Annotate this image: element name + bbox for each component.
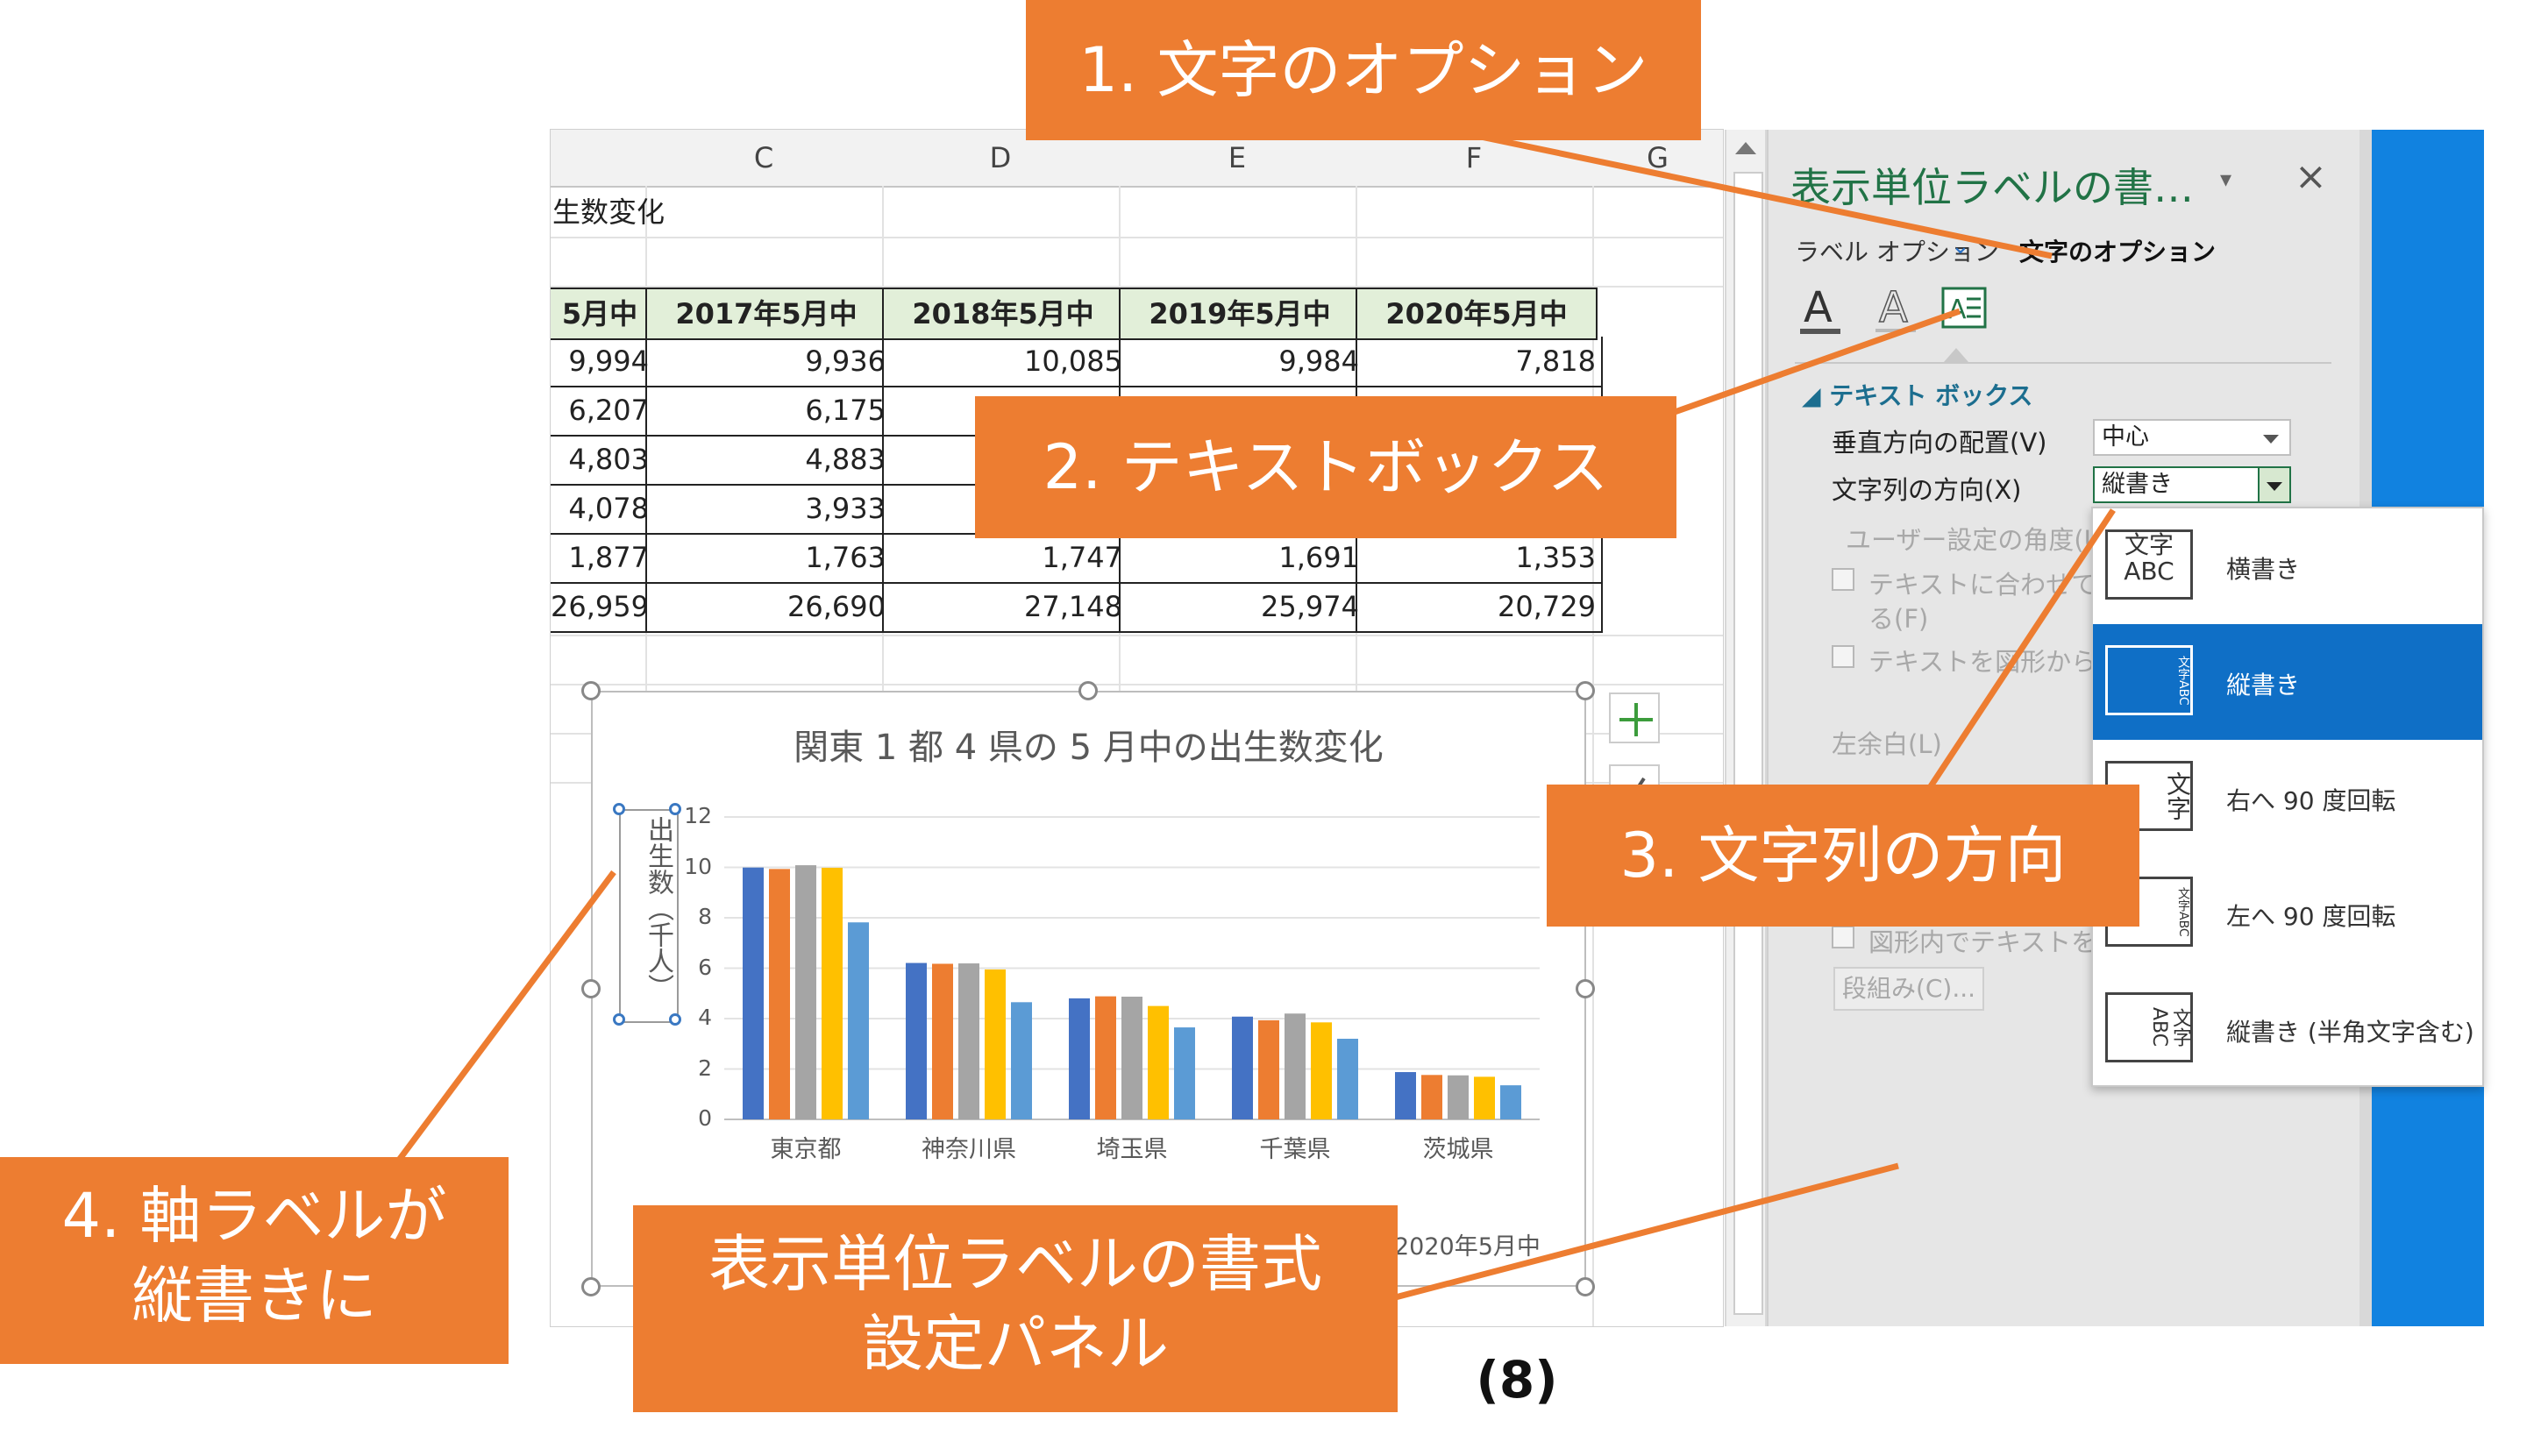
callout-line-3 [1926,508,2116,791]
callout-line-2 [1673,308,1961,415]
callout-line: 縦書きに [132,1260,377,1332]
figure-number: (8) [1476,1350,1558,1410]
callout-line: 4. 軸ラベルが [61,1180,447,1252]
callout-textbox: 2. テキストボックス [975,396,1676,538]
callout-line: 設定パネル [862,1308,1169,1380]
callout-text-direction: 3. 文字列の方向 [1547,785,2139,927]
callout-line-4 [392,870,616,1168]
callout-format-pane: 表示単位ラベルの書式 設定パネル [633,1205,1398,1412]
callout-line-5 [1384,1162,1899,1303]
callout-axis-label: 4. 軸ラベルが 縦書きに [0,1157,509,1364]
callout-line-1 [1455,128,2053,259]
callout-line: 表示単位ラベルの書式 [708,1228,1322,1300]
callout-text-options: 1. 文字のオプション [1026,0,1701,140]
